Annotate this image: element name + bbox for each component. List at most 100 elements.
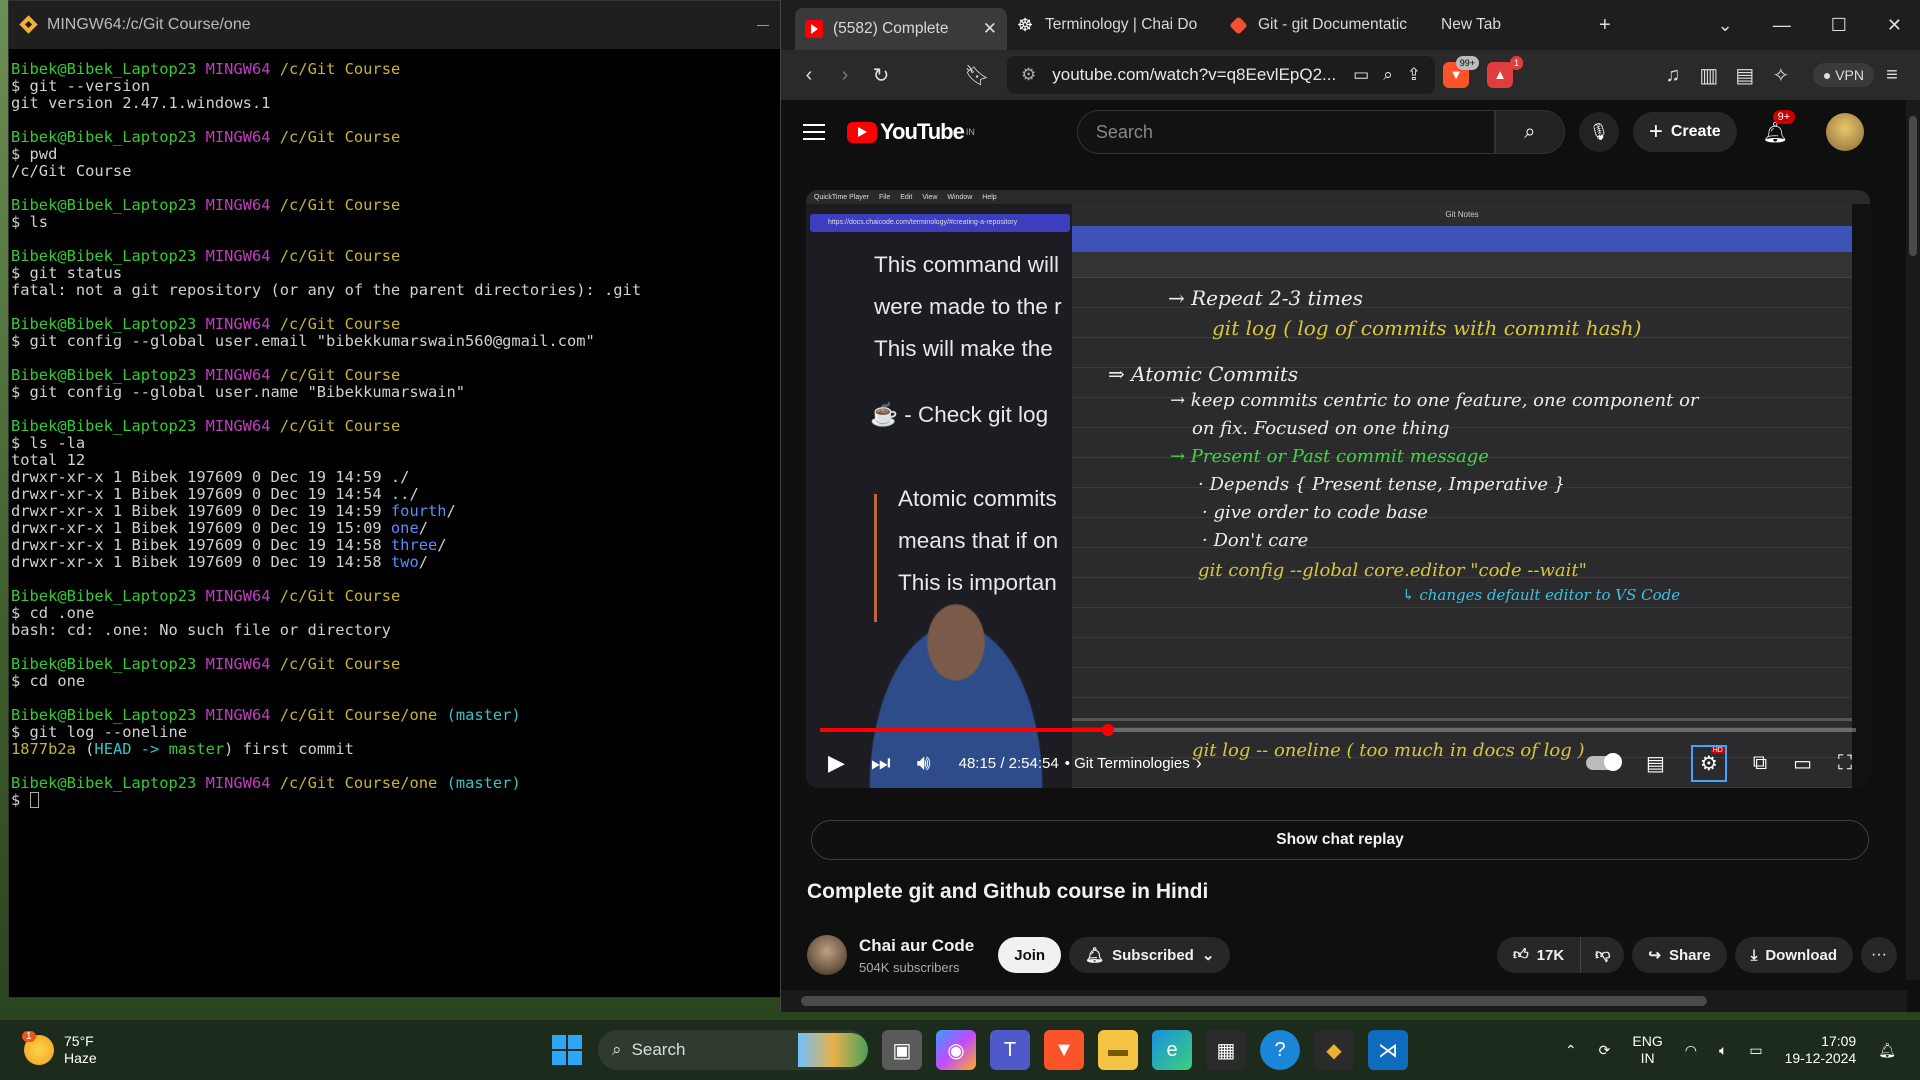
play-icon[interactable]: ▶ [828,750,845,776]
chevron-up-icon[interactable]: ⌃ [1565,1042,1577,1059]
horizontal-scrollbar[interactable] [781,990,1907,1012]
next-icon[interactable]: ⏭︎ [871,750,891,776]
join-button[interactable]: Join [998,937,1062,973]
reload-icon[interactable]: ↻ [863,63,899,88]
media-icon[interactable]: ♫ [1655,64,1691,87]
hamburger-menu-icon[interactable] [803,124,825,140]
brave-shields-icon[interactable]: ▼ 99+ [1443,56,1479,88]
edge-icon[interactable]: e [1152,1030,1192,1070]
download-button[interactable]: ⤓ Download [1734,937,1853,973]
vscode-icon[interactable]: ⋊ [1368,1030,1408,1070]
minimize-icon[interactable] [757,24,769,26]
file-explorer-icon[interactable]: ▬ [1098,1030,1138,1070]
search-button[interactable]: ⌕ [1494,110,1565,154]
bookmark-icon[interactable]: 🔖︎ [959,63,995,88]
miniplayer-icon[interactable]: ⧉ [1753,752,1767,775]
git-bash-window[interactable]: MINGW64:/c/Git Course/one Bibek@Bibek_La… [8,0,782,998]
subtitles-icon[interactable]: ▤ [1646,751,1665,776]
youtube-logo[interactable]: YouTube IN [847,119,975,145]
channel-name[interactable]: Chai aur Code [859,936,974,956]
task-view-icon[interactable]: ▣ [882,1030,922,1070]
wallet-icon[interactable]: ▤ [1727,63,1763,88]
video-player[interactable]: QuickTime Player File Edit View Window H… [806,190,1870,788]
site-info-icon[interactable]: ⚙︎ [1021,65,1036,85]
brave-icon[interactable]: ▼ [1044,1030,1084,1070]
tab-list-icon[interactable]: ⌄ [1718,15,1733,36]
search-input[interactable]: Search [1076,110,1495,154]
menu-icon[interactable]: ≡ [1874,64,1910,87]
zoom-icon[interactable]: ⌕ [1383,65,1393,85]
sidebar-icon[interactable]: ▥ [1691,63,1727,88]
chapter-title[interactable]: • Git Terminologies [1065,755,1190,772]
windows-start-icon[interactable] [552,1035,582,1065]
autoplay-toggle[interactable] [1585,753,1622,771]
brave-rewards-icon[interactable]: ▲ 1 [1487,56,1523,88]
mac-menu-item: Edit [900,193,913,201]
leo-ai-icon[interactable]: ✧ [1763,63,1799,88]
sync-icon[interactable]: ⟳ [1599,1042,1611,1059]
prompt-user: Bibek@Bibek_Laptop23 [11,60,197,78]
clock-date: 19-12-2024 [1784,1050,1857,1066]
fullscreen-icon[interactable]: ⛶ [1838,752,1852,775]
close-icon[interactable]: ✕ [1887,15,1902,36]
theater-mode-icon[interactable]: ▭ [1793,751,1812,776]
settings-icon[interactable]: ⚙ HD [1690,744,1727,782]
terminal-output[interactable]: Bibek@Bibek_Laptop23 MINGW64 /c/Git Cour… [9,49,781,809]
new-tab-button[interactable]: + [1599,14,1611,37]
show-chat-replay-button[interactable]: Show chat replay [811,820,1869,860]
chevron-right-icon[interactable]: › [1196,753,1202,774]
like-button[interactable]: 👍︎ 17K [1496,937,1582,973]
terminal-titlebar[interactable]: MINGW64:/c/Git Course/one [9,1,781,49]
vpn-button[interactable]: ● VPN [1812,63,1874,87]
vertical-scrollbar[interactable] [1906,100,1920,980]
progress-handle[interactable] [1102,724,1114,736]
back-icon[interactable]: ‹ [791,64,827,87]
teams-icon[interactable]: T [990,1030,1030,1070]
notification-bell-icon[interactable]: 🔔︎ [1878,1042,1896,1059]
prompt-host: MINGW64 [205,128,271,146]
window-controls: ⌄ — ☐ ✕ [1718,15,1920,36]
language-indicator[interactable]: ENG IN [1632,1033,1662,1067]
tab-new[interactable]: New Tab [1431,6,1581,44]
youtube-page[interactable]: YouTube IN Search ⌕ 🎙︎ + Create 🔔︎ 9+ Quick… [781,100,1920,1012]
brave-browser-window[interactable]: (5582) Complete ✕ ☸ Terminology | Chai D… [780,0,1920,1012]
wifi-icon[interactable]: ◠ [1685,1042,1697,1059]
more-actions-button[interactable]: ··· [1861,937,1897,973]
scrollbar-thumb[interactable] [1909,116,1917,256]
tab-chai-docs[interactable]: ☸ Terminology | Chai Do [1007,6,1219,44]
copilot-icon[interactable]: ◉ [936,1030,976,1070]
notifications-button[interactable]: 🔔︎ 9+ [1763,109,1796,145]
subscribed-button[interactable]: 🔔︎ Subscribed ⌄ [1069,937,1231,973]
close-tab-icon[interactable]: ✕ [983,19,997,39]
clock[interactable]: 17:09 19-12-2024 [1785,1033,1857,1067]
weather-widget[interactable]: 1 75°F Haze [22,1031,284,1067]
forward-icon[interactable]: › [827,64,863,87]
prompt-path: /c/Git Course [279,655,401,673]
video-progress-bar[interactable] [820,724,1856,736]
volume-icon[interactable]: 🔊︎ [917,750,931,776]
scrollbar-thumb[interactable] [801,996,1707,1006]
git-bash-taskbar-icon[interactable]: ◆ [1314,1030,1354,1070]
dislike-button[interactable]: 👎︎ [1581,937,1625,973]
share-button[interactable]: ↪ Share [1632,937,1727,973]
address-bar[interactable]: ⚙︎ youtube.com/watch?v=q8EevlEpQ2... ▭ ⌕… [1007,56,1435,94]
minimize-icon[interactable]: — [1773,15,1791,36]
battery-icon[interactable]: ▭ [1749,1042,1762,1059]
command-text: $ pwd [11,145,58,163]
create-button[interactable]: + Create [1632,112,1737,152]
voice-search-button[interactable]: 🎙︎ [1578,112,1619,152]
taskbar-search[interactable]: ⌕ Search [598,1030,868,1070]
channel-avatar[interactable] [807,935,847,975]
share-icon[interactable]: ⇪ [1407,65,1421,85]
help-icon[interactable]: ? [1260,1030,1300,1070]
maximize-icon[interactable]: ☐ [1831,15,1847,36]
avatar[interactable] [1826,113,1865,151]
speaker-icon[interactable]: 🔈︎ [1719,1042,1727,1059]
tab-youtube[interactable]: (5582) Complete ✕ [795,8,1007,50]
cast-icon[interactable]: ▭ [1353,65,1369,85]
tab-git-docs[interactable]: Git - git Documentatic [1219,6,1431,44]
microsoft-store-icon[interactable]: ▦ [1206,1030,1246,1070]
